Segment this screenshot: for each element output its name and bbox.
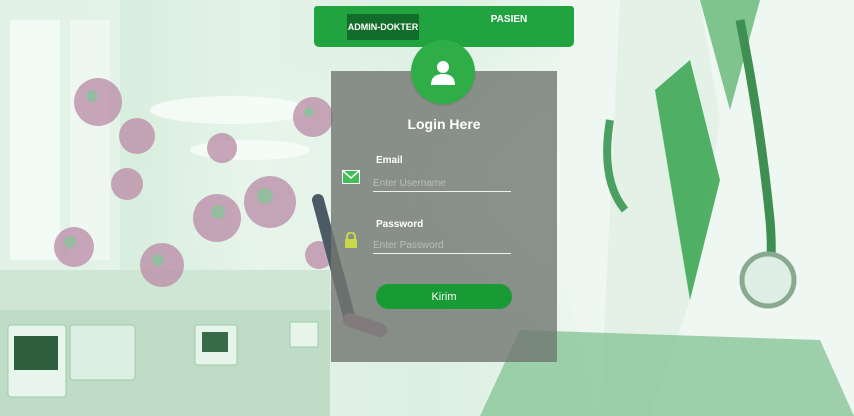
envelope-icon bbox=[342, 170, 360, 184]
password-field[interactable] bbox=[373, 237, 511, 254]
password-label: Password bbox=[376, 219, 424, 230]
login-panel bbox=[331, 71, 557, 362]
email-label: Email bbox=[376, 155, 403, 166]
login-title: Login Here bbox=[407, 116, 481, 132]
nav-tab-admin-dokter[interactable]: ADMIN-DOKTER bbox=[347, 14, 419, 40]
email-field[interactable] bbox=[373, 175, 511, 192]
lock-icon bbox=[345, 232, 357, 248]
submit-button[interactable]: Kirim bbox=[376, 284, 512, 309]
nav-tab-pasien[interactable]: PASIEN bbox=[479, 14, 539, 34]
user-icon bbox=[431, 61, 455, 85]
user-avatar bbox=[411, 40, 475, 104]
